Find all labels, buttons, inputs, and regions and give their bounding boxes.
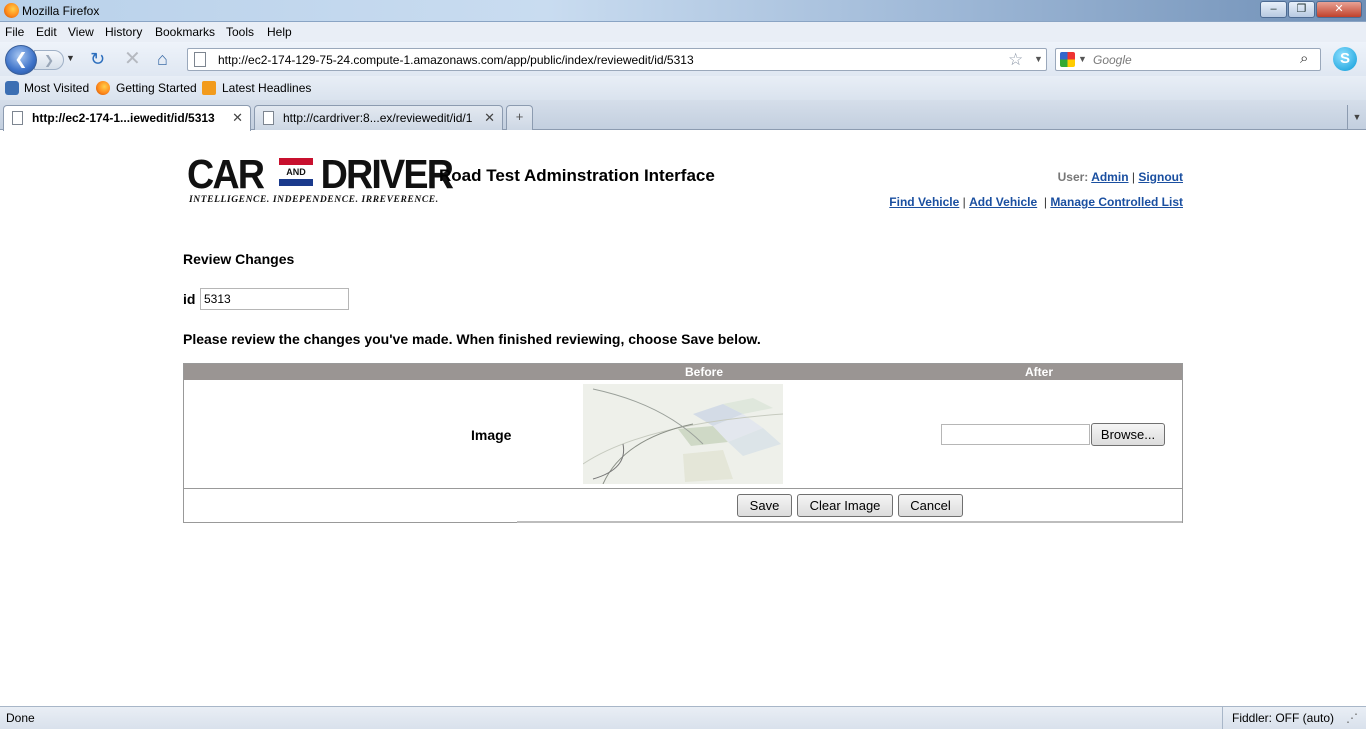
cancel-button[interactable]: Cancel xyxy=(898,494,963,517)
tab-label: http://cardriver:8...ex/reviewedit/id/1 xyxy=(283,111,473,125)
car-and-driver-logo: CAR DRIVER AND INTELLIGENCE. INDEPENDENC… xyxy=(187,150,454,210)
find-vehicle-link[interactable]: Find Vehicle xyxy=(889,195,959,209)
tab-close-icon[interactable]: ✕ xyxy=(484,110,495,126)
logo-and-badge: AND xyxy=(279,158,313,186)
reload-icon[interactable]: ↻ xyxy=(90,50,105,68)
image-row-label: Image xyxy=(471,427,512,443)
forward-button[interactable]: ❯ xyxy=(34,50,64,70)
stop-icon[interactable]: ✕ xyxy=(124,49,141,69)
close-window-button[interactable]: ✕ xyxy=(1316,1,1362,18)
separator: | xyxy=(962,195,966,209)
logo-tagline: INTELLIGENCE. INDEPENDENCE. IRREVERENCE. xyxy=(189,195,439,205)
status-text: Done xyxy=(6,711,35,725)
google-icon[interactable] xyxy=(1060,52,1075,67)
search-engine-dropdown-icon[interactable]: ▼ xyxy=(1078,54,1087,64)
search-icon[interactable]: ⌕ xyxy=(1300,50,1308,67)
bookmark-most-visited[interactable]: Most Visited xyxy=(24,81,89,95)
tab-close-icon[interactable]: ✕ xyxy=(232,110,243,126)
section-heading: Review Changes xyxy=(183,251,295,267)
page-title: Road Test Adminstration Interface xyxy=(439,166,715,185)
user-area: User: Admin | Signout xyxy=(1058,170,1183,184)
after-column-header: After xyxy=(1025,365,1054,379)
navigation-toolbar: ❯ ❮ ▼ ↻ ✕ ⌂ http://ec2-174-129-75-24.com… xyxy=(0,42,1366,76)
id-field[interactable] xyxy=(200,288,349,310)
bookmark-star-icon[interactable]: ☆ xyxy=(1008,50,1023,70)
before-image-graphic xyxy=(583,384,783,484)
menu-help[interactable]: Help xyxy=(267,25,292,39)
search-bar[interactable]: ▼ Google ⌕ xyxy=(1055,48,1321,71)
back-button[interactable]: ❮ xyxy=(5,45,37,75)
fiddler-status[interactable]: Fiddler: OFF (auto) xyxy=(1222,707,1334,729)
new-tab-button[interactable]: + xyxy=(506,105,533,130)
admin-nav-links: Find Vehicle | Add Vehicle | Manage Cont… xyxy=(889,195,1183,209)
signout-link[interactable]: Signout xyxy=(1138,170,1183,184)
table-bottom-border xyxy=(517,521,1182,523)
instructions-text: Please review the changes you've made. W… xyxy=(183,331,761,347)
tab-strip: http://ec2-174-1...iewedit/id/5313 ✕ htt… xyxy=(0,100,1366,131)
firefox-logo-icon xyxy=(4,3,19,18)
manage-controlled-list-link[interactable]: Manage Controlled List xyxy=(1050,195,1183,209)
menu-tools[interactable]: Tools xyxy=(226,25,254,39)
table-header-row: Before After xyxy=(184,364,1182,380)
user-label: User: xyxy=(1057,170,1089,184)
id-label: id xyxy=(183,291,196,307)
separator: | xyxy=(1040,195,1047,209)
row-divider xyxy=(184,488,1182,489)
history-dropdown-icon[interactable]: ▼ xyxy=(66,53,75,63)
firefox-bookmark-icon xyxy=(96,81,110,95)
rss-feed-icon xyxy=(202,81,216,95)
menu-edit[interactable]: Edit xyxy=(36,25,57,39)
url-bar[interactable]: http://ec2-174-129-75-24.compute-1.amazo… xyxy=(187,48,1047,71)
tab-background[interactable]: http://cardriver:8...ex/reviewedit/id/1 … xyxy=(254,105,503,130)
url-dropdown-icon[interactable]: ▼ xyxy=(1034,54,1043,64)
bookmarks-toolbar: Most Visited Getting Started Latest Head… xyxy=(0,76,1366,100)
menu-bar: File Edit View History Bookmarks Tools H… xyxy=(0,22,1366,42)
image-file-input[interactable] xyxy=(941,424,1090,445)
most-visited-icon xyxy=(5,81,19,95)
window-titlebar: Mozilla Firefox – ❐ ✕ xyxy=(0,0,1366,22)
skype-icon[interactable]: S xyxy=(1333,47,1357,71)
menu-bookmarks[interactable]: Bookmarks xyxy=(155,25,215,39)
page-icon xyxy=(194,52,206,67)
url-text[interactable]: http://ec2-174-129-75-24.compute-1.amazo… xyxy=(218,53,694,67)
clear-image-button[interactable]: Clear Image xyxy=(797,494,893,517)
page-icon xyxy=(263,111,274,125)
search-input[interactable]: Google xyxy=(1093,53,1132,67)
before-column-header: Before xyxy=(685,365,724,379)
logo-wordmark: CAR DRIVER xyxy=(187,151,454,197)
save-button[interactable]: Save xyxy=(737,494,792,517)
window-title: Mozilla Firefox xyxy=(22,4,100,18)
resize-grip-icon[interactable]: ⋰ xyxy=(1346,711,1358,725)
browse-button[interactable]: Browse... xyxy=(1091,423,1165,446)
add-vehicle-link[interactable]: Add Vehicle xyxy=(969,195,1037,209)
maximize-button[interactable]: ❐ xyxy=(1288,1,1315,18)
review-table: Before After Image Browse... Save Clear … xyxy=(183,363,1183,523)
user-admin-link[interactable]: Admin xyxy=(1091,170,1128,184)
status-bar: Done Fiddler: OFF (auto) ⋰ xyxy=(0,706,1366,729)
bookmark-getting-started[interactable]: Getting Started xyxy=(116,81,197,95)
tab-label: http://ec2-174-1...iewedit/id/5313 xyxy=(32,111,215,125)
tab-list-dropdown-icon[interactable]: ▼ xyxy=(1347,105,1366,129)
page-icon xyxy=(12,111,23,125)
separator: | xyxy=(1131,170,1135,184)
home-icon[interactable]: ⌂ xyxy=(157,50,168,68)
menu-file[interactable]: File xyxy=(5,25,24,39)
menu-view[interactable]: View xyxy=(68,25,94,39)
tab-active[interactable]: http://ec2-174-1...iewedit/id/5313 ✕ xyxy=(3,105,251,131)
minimize-button[interactable]: – xyxy=(1260,1,1287,18)
before-image xyxy=(583,384,783,484)
menu-history[interactable]: History xyxy=(105,25,142,39)
bookmark-latest-headlines[interactable]: Latest Headlines xyxy=(222,81,311,95)
